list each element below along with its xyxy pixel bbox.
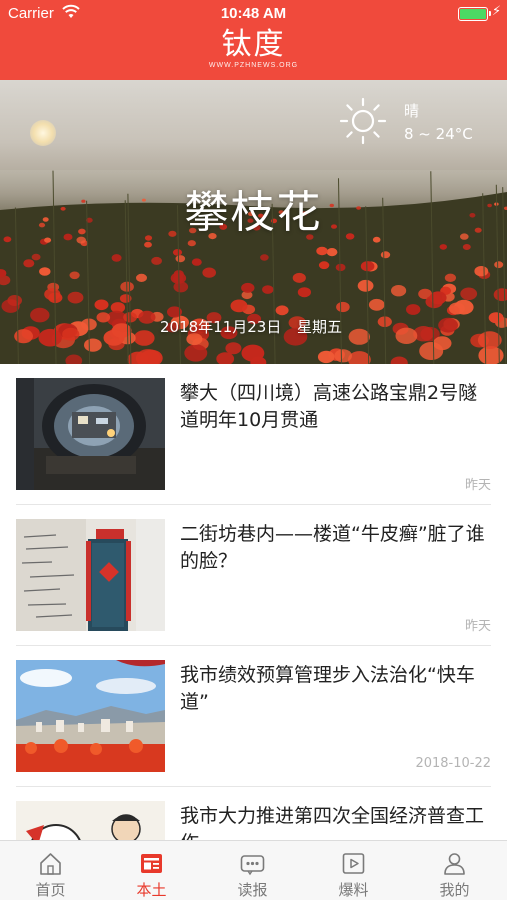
hero-date: 2018年11月23日: [160, 318, 282, 336]
tab-label: 首页: [35, 881, 66, 899]
weather-temperature: 8 ~ 24°C: [404, 125, 473, 143]
tunnel-photo: [16, 378, 165, 490]
home-icon: [40, 853, 61, 875]
tab-label: 我的: [439, 881, 470, 899]
logo-url: WWW.PZHNEWS.ORG: [208, 62, 299, 69]
wall-ads-photo: [16, 519, 165, 631]
video-icon: [342, 853, 365, 874]
news-title: 我市绩效预算管理步入法治化“快车道”: [180, 664, 475, 713]
city-title: 攀枝花: [184, 187, 323, 238]
news-time: 2018-10-22: [415, 756, 491, 771]
news-thumbnail: [16, 378, 165, 490]
news-title: 二街坊巷内——楼道“牛皮癣”脏了谁的脸？: [180, 523, 485, 572]
tab-me[interactable]: 我的: [404, 841, 505, 900]
tab-label: 读报: [237, 881, 268, 899]
news-title: 攀大（四川境）高速公路宝鼎2号隧道明年10月贯通: [180, 382, 478, 431]
status-bar: Carrier 10:48 AM ⚡: [0, 0, 507, 28]
hero-banner[interactable]: 晴 8 ~ 24°C 攀枝花 2018年11月23日 星期五: [0, 80, 507, 364]
news-thumbnail: [16, 660, 165, 772]
sun-icon: [339, 97, 387, 145]
tab-label: 爆料: [338, 881, 369, 899]
newspaper-icon: [240, 855, 265, 876]
news-time: 昨天: [464, 478, 491, 493]
status-time: 10:48 AM: [220, 5, 287, 22]
tab-report[interactable]: 爆料: [303, 841, 404, 900]
tab-read-paper[interactable]: 读报: [202, 841, 303, 900]
profile-icon: [444, 853, 465, 875]
tab-home[interactable]: 首页: [0, 841, 101, 900]
news-item[interactable]: 攀大（四川境）高速公路宝鼎2号隧道明年10月贯通 昨天: [0, 364, 507, 505]
news-thumbnail: [16, 519, 165, 631]
app-logo: 钛度 WWW.PZHNEWS.ORG: [0, 28, 507, 70]
tab-local[interactable]: 本土: [101, 841, 202, 900]
news-item[interactable]: 我市绩效预算管理步入法治化“快车道” 2018-10-22: [0, 646, 507, 787]
city-view-photo: [16, 660, 165, 772]
news-item[interactable]: 二街坊巷内——楼道“牛皮癣”脏了谁的脸？ 昨天: [0, 505, 507, 646]
bottom-tab-bar: 首页 本土 读报 爆料 我的: [0, 840, 507, 900]
charging-icon: ⚡: [492, 4, 502, 19]
battery-icon: [458, 7, 491, 21]
news-time: 昨天: [464, 619, 491, 634]
local-news-icon: [141, 854, 162, 873]
hero-weekday: 星期五: [297, 318, 343, 336]
tab-label: 本土: [136, 881, 167, 899]
app-header: Carrier 10:48 AM ⚡ 钛度 WWW.PZHNEWS.ORG: [0, 0, 507, 80]
logo-text: 钛度: [221, 27, 286, 62]
weather-condition: 晴: [404, 102, 420, 120]
